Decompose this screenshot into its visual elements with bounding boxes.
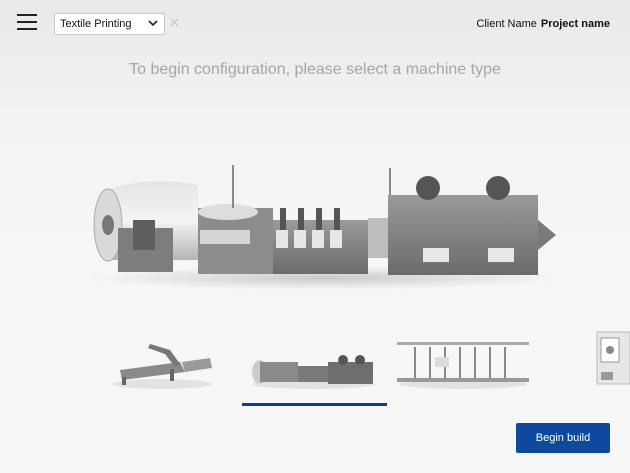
begin-build-button[interactable]: Begin build (516, 423, 610, 453)
selected-machine-image (83, 165, 563, 290)
chevron-down-icon (148, 20, 158, 27)
page-prompt: To begin configuration, please select a … (129, 61, 501, 78)
machine-category-value: Textile Printing (60, 18, 132, 30)
client-name: Client Name (476, 18, 537, 30)
top-bar: Textile Printing ✕ Client Name Project na… (0, 0, 630, 48)
machine-thumb-3[interactable] (395, 322, 531, 406)
menu-icon[interactable] (17, 14, 37, 32)
machine-type-carousel (0, 322, 630, 412)
machine-thumb-image (252, 355, 376, 389)
machine-thumb-image (596, 331, 630, 385)
active-thumb-indicator (242, 403, 387, 406)
machine-thumb-2[interactable] (248, 322, 380, 406)
project-name: Project name (540, 18, 610, 30)
machine-thumb-4[interactable] (595, 322, 630, 406)
close-icon[interactable]: ✕ (169, 15, 180, 31)
machine-thumb-image (397, 342, 529, 389)
machine-thumb-image (112, 344, 212, 389)
machine-thumb-1[interactable] (110, 322, 215, 406)
client-project-info: Client Name Project name (476, 18, 610, 30)
machine-category-select[interactable]: Textile Printing (54, 13, 165, 35)
